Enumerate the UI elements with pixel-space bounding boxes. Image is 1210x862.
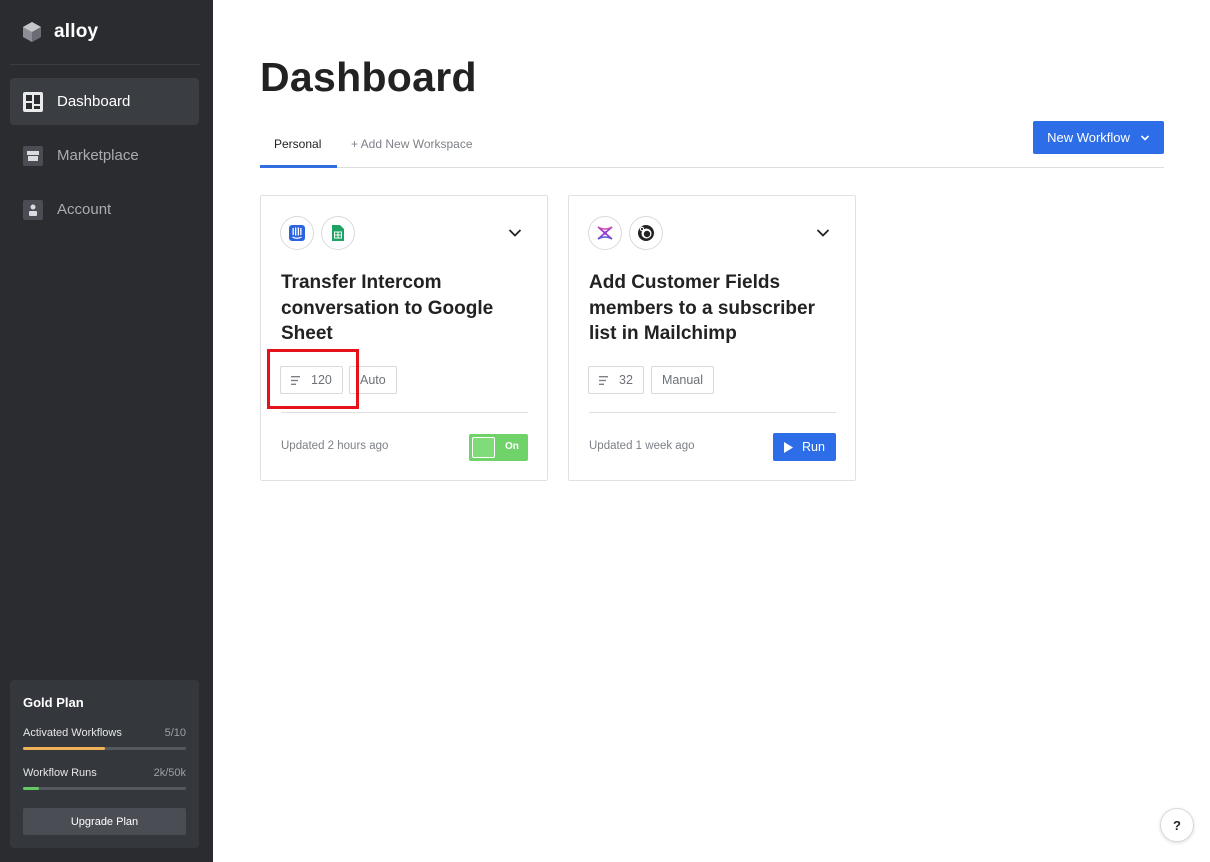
metric-workflow-runs: Workflow Runs 2k/50k [23, 767, 186, 790]
workflow-card[interactable]: Add Customer Fields members to a subscri… [568, 195, 856, 481]
list-icon [599, 375, 608, 385]
sidebar-item-label: Dashboard [57, 93, 131, 110]
sidebar-item-marketplace[interactable]: Marketplace [10, 132, 199, 179]
chevron-down-icon [1140, 134, 1149, 141]
workflow-card[interactable]: Transfer Intercom conversation to Google… [260, 195, 548, 481]
plan-title: Gold Plan [23, 695, 84, 710]
workspace-tabs: Personal + Add New Workspace [260, 127, 1164, 168]
run-button[interactable]: Run [773, 433, 836, 461]
sidebar: alloy Dashboard Marketplace Account Gold… [0, 0, 213, 862]
progress-bar [23, 787, 186, 790]
run-count-chip: 120 [280, 366, 343, 394]
sidebar-divider [10, 64, 200, 65]
metric-label: Activated Workflows [23, 727, 122, 739]
sidebar-item-dashboard[interactable]: Dashboard [10, 78, 199, 125]
workflow-title: Transfer Intercom conversation to Google… [281, 272, 494, 344]
upgrade-plan-button[interactable]: Upgrade Plan [23, 808, 186, 835]
metric-label: Workflow Runs [23, 767, 97, 779]
toggle-knob [472, 437, 495, 458]
sidebar-item-label: Account [57, 201, 112, 218]
page-title: Dashboard [260, 54, 477, 100]
google-sheets-icon [321, 216, 355, 250]
trigger-mode: Auto [360, 373, 386, 387]
chevron-down-icon[interactable] [508, 226, 522, 240]
metric-activated-workflows: Activated Workflows 5/10 [23, 727, 186, 750]
play-icon [784, 441, 794, 453]
progress-bar [23, 747, 186, 750]
new-workflow-button[interactable]: New Workflow [1033, 121, 1164, 154]
new-workflow-label: New Workflow [1047, 130, 1130, 145]
store-icon [23, 145, 43, 166]
toggle-label: On [505, 441, 519, 452]
run-count: 32 [619, 373, 633, 387]
run-label: Run [802, 440, 825, 454]
trigger-mode: Manual [662, 373, 703, 387]
sidebar-item-label: Marketplace [57, 147, 139, 164]
tab-personal[interactable]: Personal [274, 137, 321, 151]
card-divider [281, 412, 528, 413]
metric-value: 2k/50k [153, 767, 186, 779]
mailchimp-icon [629, 216, 663, 250]
updated-time: Updated 1 week ago [589, 440, 695, 452]
tab-add-workspace[interactable]: + Add New Workspace [351, 137, 473, 151]
run-count-chip: 32 [588, 366, 644, 394]
customer-fields-icon [588, 216, 622, 250]
sidebar-item-account[interactable]: Account [10, 186, 199, 233]
help-button[interactable]: ? [1160, 808, 1194, 842]
dashboard-icon [23, 91, 43, 112]
workflow-toggle[interactable]: On [469, 434, 528, 461]
run-count: 120 [311, 373, 332, 387]
updated-time: Updated 2 hours ago [281, 440, 389, 452]
plan-panel: Gold Plan Activated Workflows 5/10 Workf… [10, 680, 199, 848]
chevron-down-icon[interactable] [816, 226, 830, 240]
active-tab-indicator [260, 165, 337, 168]
intercom-icon [280, 216, 314, 250]
trigger-mode-chip: Manual [651, 366, 714, 394]
alloy-logo-icon [23, 22, 41, 42]
list-icon [291, 375, 300, 385]
metric-value: 5/10 [164, 727, 186, 739]
workflow-title: Add Customer Fields members to a subscri… [589, 272, 815, 344]
card-divider [589, 412, 836, 413]
progress-fill [23, 787, 40, 790]
user-icon [23, 199, 43, 220]
brand-name: alloy [54, 21, 99, 42]
sidebar-nav: Dashboard Marketplace Account [10, 78, 199, 240]
trigger-mode-chip: Auto [349, 366, 397, 394]
brand-logo[interactable]: alloy [22, 21, 98, 43]
progress-fill [23, 747, 105, 750]
